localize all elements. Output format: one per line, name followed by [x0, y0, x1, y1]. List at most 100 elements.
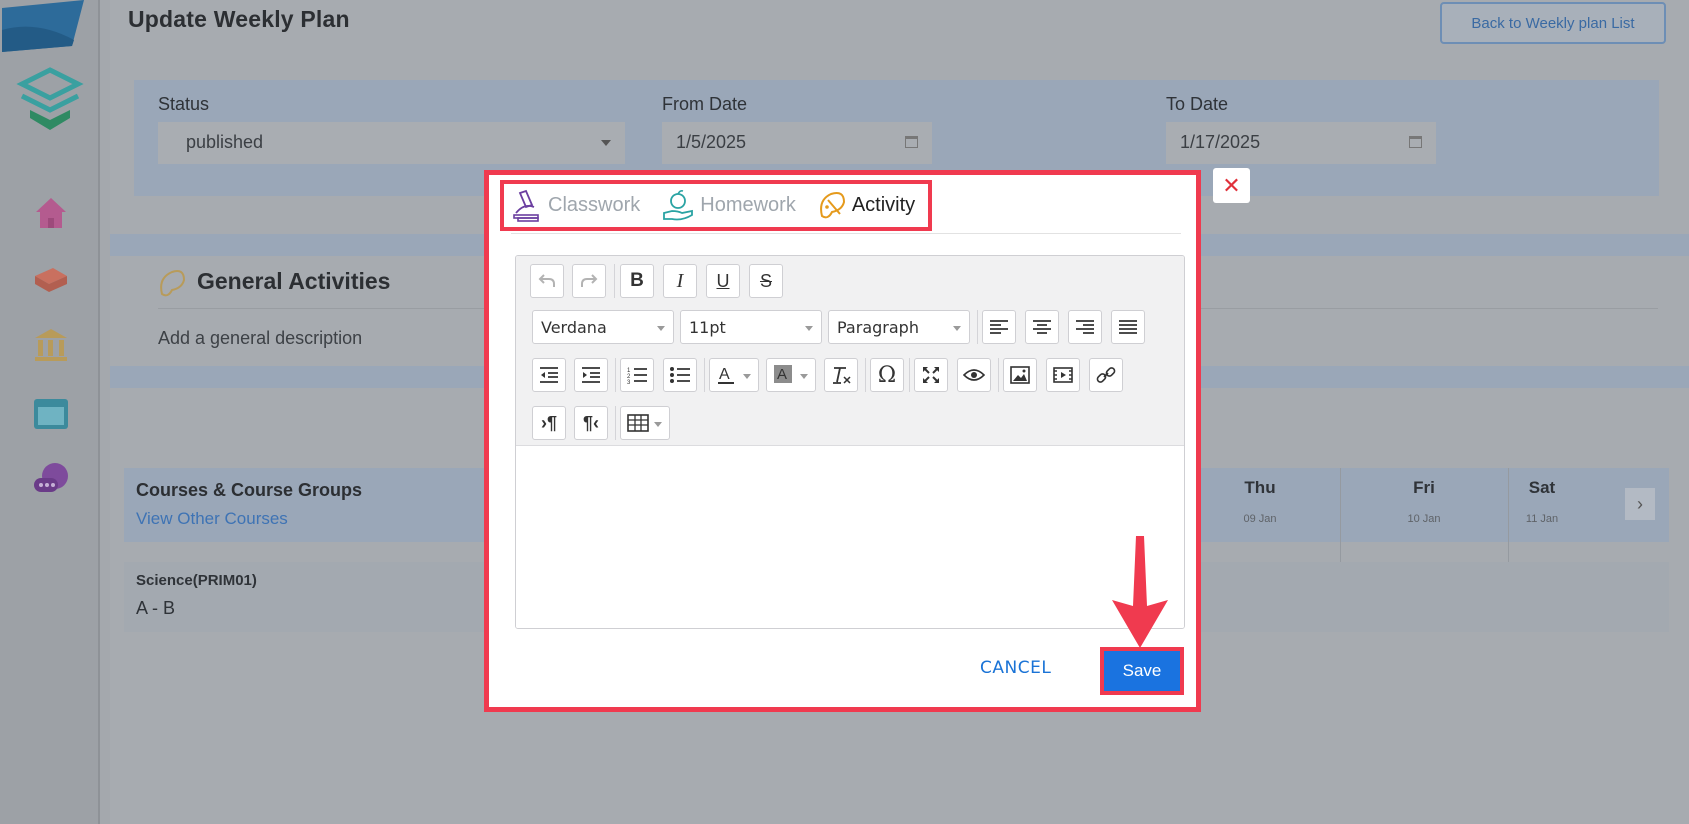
indent-button[interactable]: [574, 358, 608, 392]
align-left-button[interactable]: [982, 310, 1016, 344]
bullet-list-button[interactable]: [663, 358, 697, 392]
font-size-value: 11pt: [689, 318, 726, 337]
chat-icon[interactable]: [30, 458, 72, 500]
rich-text-editor: B I U S Verdana 11pt Paragraph 1 2 3 A A…: [515, 255, 1185, 629]
underline-button[interactable]: U: [706, 264, 740, 298]
calendar-icon[interactable]: [30, 392, 72, 434]
calendar-small-icon: [905, 136, 918, 148]
chevron-down-icon: [601, 140, 611, 146]
insert-image-button[interactable]: [1003, 358, 1037, 392]
cancel-button[interactable]: CANCEL: [980, 658, 1051, 678]
activity-modal: Classwork Homework Activity B I U S Verd…: [484, 170, 1201, 712]
toolbar-separator: [909, 358, 910, 392]
chevron-right-icon[interactable]: ›: [1625, 488, 1655, 520]
chevron-down-icon: [743, 374, 751, 379]
date-fri: 10 Jan: [1407, 513, 1441, 525]
font-family-select[interactable]: Verdana: [532, 310, 674, 344]
omega-icon: Ω: [877, 362, 897, 388]
save-button[interactable]: Save: [1104, 651, 1180, 691]
justify-button[interactable]: [1111, 310, 1145, 344]
page-title: Update Weekly Plan: [128, 6, 350, 32]
redo-icon: [581, 274, 598, 287]
font-family-value: Verdana: [541, 318, 607, 337]
home-icon[interactable]: [30, 192, 72, 234]
date-thu: 09 Jan: [1243, 513, 1277, 525]
svg-text:A: A: [719, 366, 730, 383]
fullscreen-button[interactable]: [914, 358, 948, 392]
general-description[interactable]: Add a general description: [158, 328, 362, 349]
back-to-list-button[interactable]: Back to Weekly plan List: [1440, 2, 1666, 44]
toolbar-separator: [998, 358, 999, 392]
calendar-small-icon: [1409, 136, 1422, 148]
rtl-button[interactable]: ¶‹: [574, 406, 608, 440]
align-left-icon: [990, 320, 1008, 334]
tab-activity-label: Activity: [851, 194, 916, 216]
tabs-divider: [511, 233, 1181, 234]
toolbar-separator: [614, 264, 615, 298]
chevron-down-icon: [805, 326, 813, 331]
close-icon[interactable]: ✕: [1213, 168, 1250, 203]
align-center-button[interactable]: [1025, 310, 1059, 344]
block-format-value: Paragraph: [837, 318, 919, 337]
italic-button[interactable]: I: [663, 264, 697, 298]
block-format-select[interactable]: Paragraph: [828, 310, 970, 344]
strikethrough-icon: S: [759, 270, 772, 291]
date-sat: 11 Jan: [1525, 513, 1559, 525]
bold-button[interactable]: B: [620, 264, 654, 298]
editor-toolbar: B I U S Verdana 11pt Paragraph 1 2 3 A A…: [516, 256, 1184, 446]
modal-tabs: Classwork Homework Activity: [500, 180, 932, 231]
image-icon: [1010, 366, 1030, 384]
to-date-label: To Date: [1166, 94, 1229, 114]
tab-homework-label: Homework: [700, 194, 796, 216]
app-logo-icon[interactable]: [16, 66, 84, 132]
editor-content-area[interactable]: [516, 446, 1184, 628]
eye-icon: [963, 369, 985, 381]
ltr-button[interactable]: ›¶: [532, 406, 566, 440]
bold-icon: B: [630, 270, 644, 291]
tab-activity[interactable]: Activity: [818, 190, 915, 222]
book-icon[interactable]: [30, 258, 72, 300]
bullet-list-icon: [670, 367, 690, 383]
numbered-list-button[interactable]: 123: [620, 358, 654, 392]
special-character-button[interactable]: Ω: [870, 358, 904, 392]
status-select[interactable]: published: [158, 122, 625, 164]
tab-homework[interactable]: Homework: [662, 189, 796, 223]
outdent-icon: [540, 367, 558, 383]
insert-link-button[interactable]: [1089, 358, 1123, 392]
view-other-courses-link[interactable]: View Other Courses: [136, 509, 288, 529]
underline-icon: U: [716, 270, 730, 291]
row-course: Science(PRIM01): [136, 572, 257, 589]
text-color-button[interactable]: A: [709, 358, 759, 392]
svg-text:A: A: [777, 366, 787, 383]
to-date-input[interactable]: 1/17/2025: [1166, 122, 1436, 164]
insert-table-button[interactable]: [620, 406, 670, 440]
outdent-button[interactable]: [532, 358, 566, 392]
microscope-icon: [513, 189, 539, 222]
day-sat: Sat: [1528, 478, 1556, 497]
brand-flag-icon: [2, 0, 84, 52]
numbered-list-icon: 123: [627, 368, 647, 385]
tab-classwork[interactable]: Classwork: [510, 189, 640, 223]
chevron-down-icon: [800, 374, 808, 379]
align-right-button[interactable]: [1068, 310, 1102, 344]
undo-button[interactable]: [530, 264, 564, 298]
paragraph-ltr-icon: ›¶: [540, 412, 557, 433]
from-date-input[interactable]: 1/5/2025: [662, 122, 932, 164]
font-size-select[interactable]: 11pt: [680, 310, 822, 344]
background-color-button[interactable]: A: [766, 358, 816, 392]
strikethrough-button[interactable]: S: [749, 264, 783, 298]
sidebar: [0, 0, 100, 824]
preview-button[interactable]: [957, 358, 991, 392]
chevron-down-icon: [654, 422, 662, 427]
day-thu: Thu: [1244, 478, 1276, 497]
status-label: Status: [158, 94, 210, 114]
insert-media-button[interactable]: [1046, 358, 1080, 392]
clear-formatting-button[interactable]: [824, 358, 858, 392]
align-right-icon: [1076, 320, 1094, 334]
toolbar-separator: [615, 406, 616, 440]
italic-icon: I: [676, 269, 684, 292]
svg-text:3: 3: [627, 380, 631, 385]
redo-button[interactable]: [572, 264, 606, 298]
institution-icon[interactable]: [30, 324, 72, 366]
undo-icon: [538, 274, 555, 287]
